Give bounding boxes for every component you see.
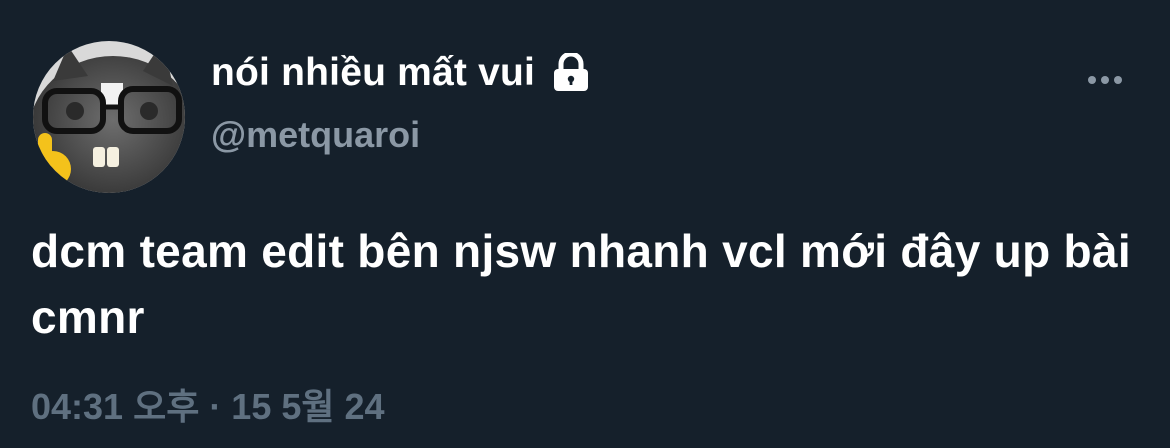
- cat-avatar-image: [33, 41, 185, 193]
- tweet-card: nói nhiều mất vui @metquaroi dcm team ed…: [0, 0, 1170, 448]
- display-name[interactable]: nói nhiều mất vui: [211, 51, 535, 95]
- tweet-text: dcm team edit bên njsw nhanh vcl mới đây…: [31, 225, 1131, 343]
- user-handle[interactable]: @metquaroi: [211, 114, 420, 156]
- tweet-timestamp[interactable]: 04:31 오후 · 15 5월 24: [31, 378, 385, 430]
- lock-icon: [551, 53, 591, 93]
- more-options-button[interactable]: [1080, 62, 1130, 98]
- more-options-icon: [1088, 76, 1122, 84]
- avatar[interactable]: [33, 41, 185, 193]
- display-name-row: nói nhiều mất vui: [211, 48, 591, 98]
